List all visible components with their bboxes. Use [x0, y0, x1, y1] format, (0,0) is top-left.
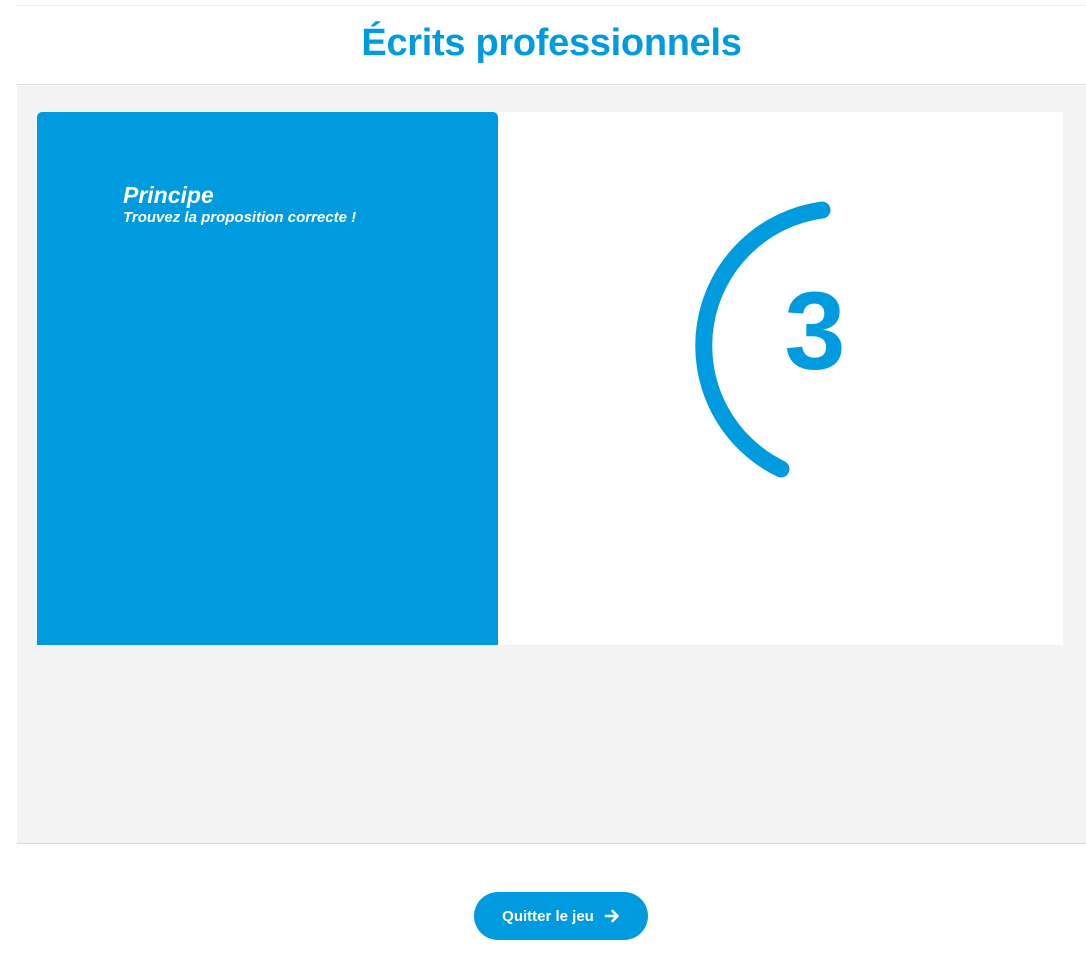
principle-text: Trouvez la proposition correcte !	[123, 209, 357, 226]
principle-title: Principe	[123, 182, 214, 208]
page-footer: Quitter le jeu	[17, 843, 1086, 955]
countdown-number: 3	[784, 270, 845, 393]
countdown-area: 3	[498, 112, 1063, 645]
game-page: Écrits professionnels Principe Trouvez l…	[17, 0, 1086, 955]
arrow-right-icon	[604, 909, 619, 923]
instruction-panel: Principe Trouvez la proposition correcte…	[37, 112, 498, 645]
page-header: Écrits professionnels	[17, 5, 1086, 85]
game-area: Principe Trouvez la proposition correcte…	[17, 86, 1086, 843]
quit-game-label: Quitter le jeu	[502, 907, 594, 925]
quit-game-button[interactable]: Quitter le jeu	[474, 892, 648, 940]
page-title: Écrits professionnels	[361, 22, 742, 64]
game-card: Principe Trouvez la proposition correcte…	[37, 112, 1063, 645]
countdown-timer: 3	[695, 201, 846, 478]
